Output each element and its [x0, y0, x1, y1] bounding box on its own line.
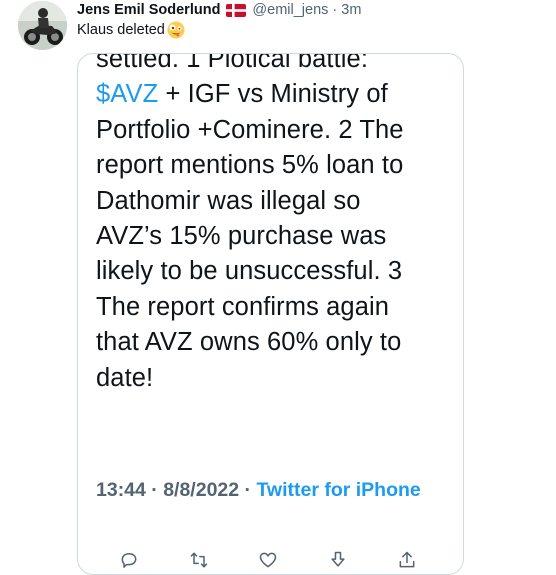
screenshot-line: Portfolio +Cominere. 2 The	[96, 115, 404, 144]
motorcycle-rider-photo	[18, 1, 67, 50]
screenshot-line: Dathomir was illegal so	[96, 186, 361, 215]
reply-icon	[118, 549, 140, 571]
zany-face-icon	[167, 21, 185, 39]
screenshot-line: likely to be unsuccessful. 3	[96, 257, 403, 286]
tweet-timestamp[interactable]: 3m	[341, 2, 361, 18]
screenshot-line: $AVZ + IGF vs Ministry of	[96, 80, 388, 109]
screenshot-timestamp: 13:44 · 8/8/2022 ·	[96, 479, 257, 501]
screenshot-line: that AVZ owns 60% only to	[96, 328, 402, 357]
tweet-header: Jens Emil Soderlund @emil_jens · 3m	[77, 1, 361, 19]
like-icon	[257, 549, 279, 571]
screenshot-action-bar	[118, 547, 418, 573]
download-icon	[327, 549, 349, 571]
screenshot-line: report mentions 5% loan to	[96, 151, 404, 180]
screenshot-text: settled. 1 Piotical battle: $AVZ + IGF v…	[96, 53, 456, 396]
tweet-body: Klaus deleted	[77, 21, 185, 39]
share-icon	[396, 549, 418, 571]
denmark-flag-icon	[226, 3, 247, 17]
attached-image-card[interactable]: settled. 1 Piotical battle: $AVZ + IGF v…	[77, 53, 464, 575]
screenshot-line: date!	[96, 363, 154, 392]
cashtag-link[interactable]: $AVZ	[96, 80, 158, 108]
author-handle[interactable]: @emil_jens	[252, 2, 328, 18]
screenshot-source: Twitter for iPhone	[256, 479, 421, 501]
screenshot-line: AVZ’s 15% purchase was	[96, 222, 387, 251]
screenshot-line: The report confirms again	[96, 292, 390, 321]
author-name[interactable]: Jens Emil Soderlund	[77, 2, 220, 18]
tweet-text: Klaus deleted	[77, 22, 165, 38]
screenshot-line: settled. 1 Piotical battle:	[96, 53, 369, 73]
retweet-icon	[188, 549, 210, 571]
screenshot-meta: 13:44 · 8/8/2022 · Twitter for iPhone	[96, 476, 436, 504]
separator-dot: ·	[332, 2, 338, 18]
avatar[interactable]	[18, 1, 67, 50]
